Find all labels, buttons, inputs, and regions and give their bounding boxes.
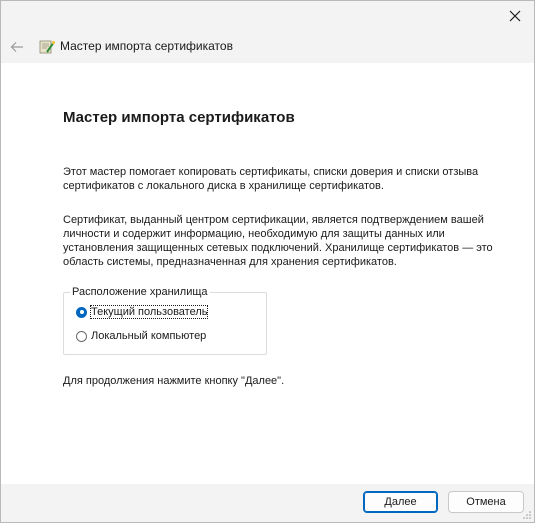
radio-local-machine[interactable]: Локальный компьютер bbox=[76, 330, 206, 342]
wizard-content: Мастер импорта сертификатов Этот мастер … bbox=[1, 63, 534, 484]
store-location-group: Расположение хранилища Текущий пользоват… bbox=[63, 286, 267, 355]
continue-instruction: Для продолжения нажмите кнопку "Далее". bbox=[63, 375, 285, 387]
close-icon bbox=[509, 10, 521, 22]
back-button[interactable] bbox=[7, 35, 27, 59]
certificate-wizard-icon bbox=[39, 40, 56, 54]
wizard-footer: Далее Отмена bbox=[1, 484, 534, 522]
header-title: Мастер импорта сертификатов bbox=[60, 39, 233, 53]
cancel-button[interactable]: Отмена bbox=[448, 491, 524, 513]
radio-selected-indicator[interactable] bbox=[76, 306, 87, 318]
certificate-import-wizard-window: Мастер импорта сертификатов Мастер импор… bbox=[0, 0, 535, 523]
resize-grip-icon[interactable] bbox=[522, 510, 532, 520]
page-title: Мастер импорта сертификатов bbox=[63, 109, 295, 126]
back-arrow-icon bbox=[10, 42, 23, 52]
radio-current-user-label[interactable]: Текущий пользователь bbox=[89, 305, 209, 319]
radio-unselected-indicator[interactable] bbox=[76, 330, 87, 342]
radio-current-user[interactable]: Текущий пользователь bbox=[76, 305, 209, 319]
intro-paragraph: Этот мастер помогает копировать сертифик… bbox=[63, 166, 479, 192]
next-button[interactable]: Далее bbox=[363, 491, 438, 513]
info-paragraph: Сертификат, выданный центром сертификаци… bbox=[63, 214, 493, 268]
close-button[interactable] bbox=[498, 1, 532, 31]
wizard-header: Мастер импорта сертификатов bbox=[1, 31, 534, 63]
store-location-legend: Расположение хранилища bbox=[70, 286, 210, 299]
radio-local-machine-label[interactable]: Локальный компьютер bbox=[91, 330, 206, 342]
